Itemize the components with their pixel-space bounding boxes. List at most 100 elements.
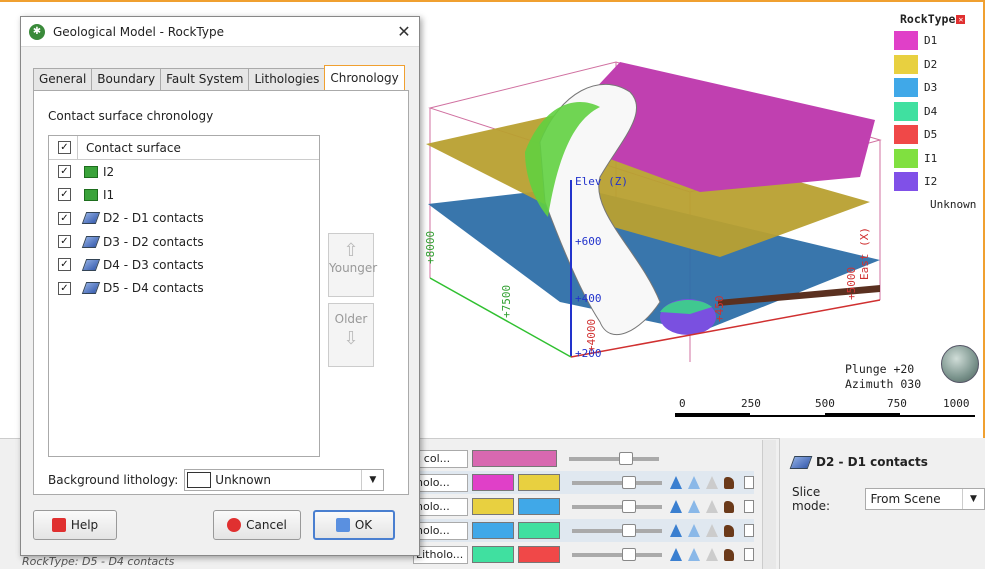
opacity-slider[interactable] <box>569 451 659 465</box>
properties-panel: D2 - D1 contacts Slice mode: From Scene ▼ <box>779 438 985 569</box>
legend-label-d4: D4 <box>924 104 938 118</box>
list-item[interactable]: ✓ I1 <box>49 183 319 206</box>
item-checkbox[interactable]: ✓ <box>58 235 71 249</box>
colour-swatch[interactable] <box>518 474 560 491</box>
colour-swatch[interactable] <box>472 546 514 563</box>
list-item[interactable]: ✓ D3 - D2 contacts <box>49 230 319 253</box>
colour-swatch[interactable] <box>518 522 560 539</box>
list-scrollbar[interactable] <box>762 440 776 569</box>
colour-select[interactable]: holo... <box>413 521 468 540</box>
item-checkbox[interactable]: ✓ <box>58 165 71 179</box>
younger-button[interactable]: ⇧ Younger <box>328 233 377 297</box>
properties-icon[interactable] <box>744 476 754 489</box>
scale-1000: 1000 <box>943 397 970 410</box>
opacity-slider[interactable] <box>572 475 662 489</box>
help-button[interactable]: Help <box>33 510 117 540</box>
colour-swatch[interactable] <box>518 546 560 563</box>
chronology-panel: Contact surface chronology ✓ Contact sur… <box>33 90 409 495</box>
tab-fault-system[interactable]: Fault System <box>160 68 250 90</box>
surface-icon[interactable] <box>706 548 718 561</box>
east-label: East (X) <box>858 227 871 280</box>
shape-row[interactable]: Litholo... <box>413 543 754 566</box>
tick-8000: +8000 <box>424 231 437 264</box>
ok-button[interactable]: OK <box>313 510 395 540</box>
slice-mode-value: From Scene <box>870 492 941 506</box>
chevron-down-icon: ▼ <box>962 489 984 509</box>
colour-swatch[interactable] <box>472 474 514 491</box>
colour-swatch[interactable] <box>472 522 514 539</box>
horse-icon[interactable] <box>724 476 734 489</box>
surface-icon[interactable] <box>706 500 718 513</box>
scale-bar: 0 250 500 750 1000 <box>675 397 980 427</box>
opacity-slider[interactable] <box>572 523 662 537</box>
colour-select[interactable]: Litholo... <box>413 545 468 564</box>
surface-icon[interactable] <box>670 500 682 513</box>
tick-7500: +7500 <box>500 285 513 318</box>
background-lithology-label: Background lithology: <box>48 473 179 487</box>
list-header: ✓ Contact surface <box>49 135 319 160</box>
surface-icon[interactable] <box>688 500 700 513</box>
horse-icon[interactable] <box>724 524 734 537</box>
opacity-slider[interactable] <box>572 547 662 561</box>
surface-icon[interactable] <box>670 548 682 561</box>
list-item[interactable]: ✓ D5 - D4 contacts <box>49 276 319 299</box>
arrow-up-icon: ⇧ <box>343 240 359 261</box>
colour-swatch[interactable] <box>472 498 514 515</box>
colour-select[interactable]: t col... <box>413 449 468 468</box>
surface-icon[interactable] <box>688 476 700 489</box>
item-checkbox[interactable]: ✓ <box>58 281 71 295</box>
background-lithology-select[interactable]: Unknown ▼ <box>184 469 385 491</box>
tree-item[interactable]: RockType: D5 - D4 contacts <box>0 555 174 568</box>
shape-row[interactable]: holo... <box>413 519 754 542</box>
shape-row[interactable]: holo... <box>413 471 754 494</box>
dialog-titlebar[interactable]: ✱ Geological Model - RockType ✕ <box>21 17 419 47</box>
contact-surface-icon <box>81 212 101 225</box>
horse-icon[interactable] <box>724 548 734 561</box>
surface-icon[interactable] <box>688 524 700 537</box>
shape-row[interactable]: t col... <box>413 447 667 470</box>
select-all-checkbox[interactable]: ✓ <box>58 141 71 154</box>
tab-chronology[interactable]: Chronology <box>324 65 405 91</box>
cancel-label: Cancel <box>246 518 287 532</box>
contact-surface-icon <box>81 282 101 295</box>
arrow-down-icon: ⇩ <box>343 328 359 349</box>
horse-icon[interactable] <box>724 500 734 513</box>
surface-icon[interactable] <box>706 476 718 489</box>
app-icon: ✱ <box>29 23 45 40</box>
surface-icon[interactable] <box>688 548 700 561</box>
tab-boundary[interactable]: Boundary <box>91 68 162 90</box>
properties-icon[interactable] <box>744 524 754 537</box>
view-globe-icon[interactable] <box>941 345 979 383</box>
list-item[interactable]: ✓ D4 - D3 contacts <box>49 253 319 276</box>
properties-icon[interactable] <box>744 500 754 513</box>
colour-swatch[interactable] <box>472 450 557 467</box>
item-checkbox[interactable]: ✓ <box>58 188 71 202</box>
shape-row[interactable]: holo... <box>413 495 754 518</box>
list-item[interactable]: ✓ D2 - D1 contacts <box>49 207 319 230</box>
close-icon[interactable]: ✕ <box>389 22 419 41</box>
item-checkbox[interactable]: ✓ <box>58 258 71 272</box>
slice-mode-select[interactable]: From Scene ▼ <box>865 488 985 510</box>
help-label: Help <box>70 518 99 532</box>
item-checkbox[interactable]: ✓ <box>58 211 71 225</box>
colour-select[interactable]: holo... <box>413 473 468 492</box>
elev-label: Elev (Z) <box>575 175 628 188</box>
orientation-readout: Plunge +20 Azimuth 030 <box>845 362 921 392</box>
rocktype-legend: RockType ✕ D1 D2 D3 D4 D5 I1 I2 Unknown <box>894 12 985 216</box>
surface-icon[interactable] <box>706 524 718 537</box>
properties-icon[interactable] <box>744 548 754 561</box>
help-icon <box>51 518 66 532</box>
older-button[interactable]: Older ⇩ <box>328 303 374 367</box>
tab-lithologies[interactable]: Lithologies <box>248 68 326 90</box>
item-label: D5 - D4 contacts <box>103 281 204 296</box>
surface-icon[interactable] <box>670 524 682 537</box>
legend-swatch-i2 <box>894 172 918 192</box>
opacity-slider[interactable] <box>572 499 662 513</box>
colour-swatch[interactable] <box>518 498 560 515</box>
surface-icon[interactable] <box>670 476 682 489</box>
list-item[interactable]: ✓ I2 <box>49 160 319 183</box>
legend-close-icon[interactable]: ✕ <box>956 14 966 24</box>
cancel-button[interactable]: Cancel <box>213 510 301 540</box>
colour-select[interactable]: holo... <box>413 497 468 516</box>
tab-general[interactable]: General <box>33 68 93 90</box>
